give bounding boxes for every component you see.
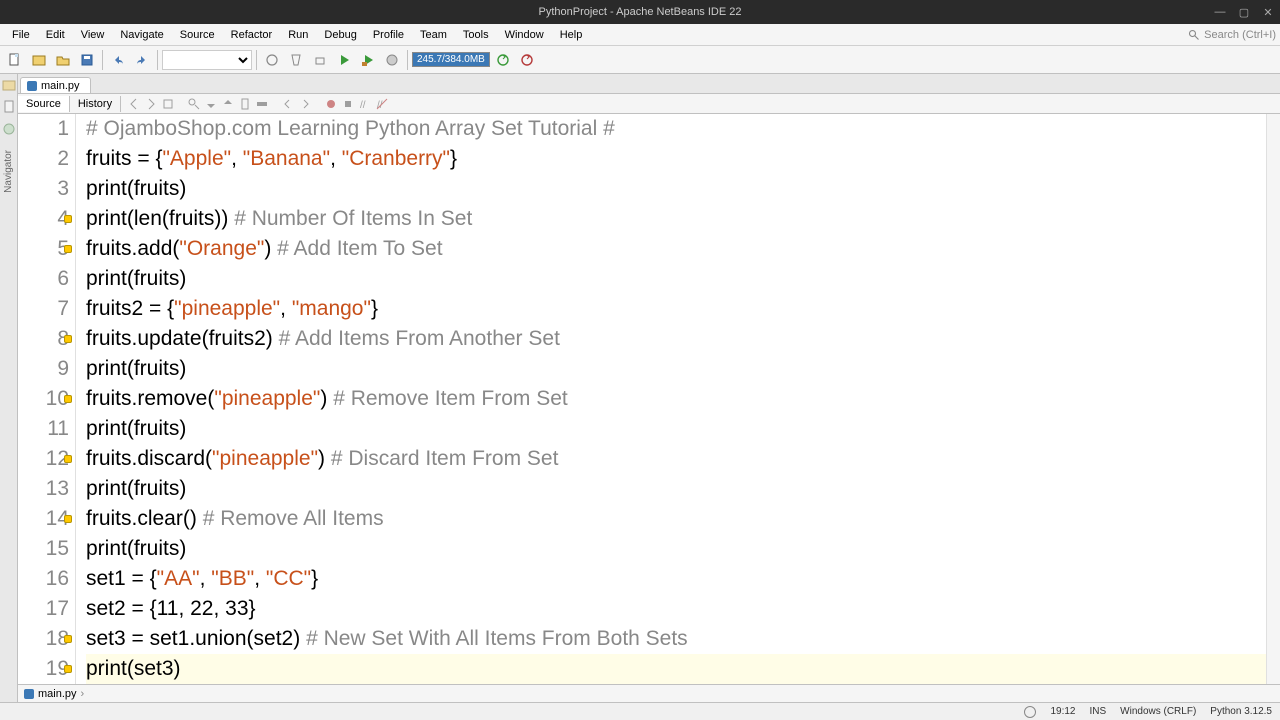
start-macro-icon[interactable] [324,97,338,111]
menu-source[interactable]: Source [172,27,223,43]
new-project-button[interactable] [28,49,50,71]
shift-left-icon[interactable] [281,97,295,111]
overview-ruler[interactable] [1266,114,1280,684]
minimize-icon[interactable]: — [1212,6,1228,19]
nav-fwd-icon[interactable] [144,97,158,111]
debug-button[interactable] [357,49,379,71]
toggle-bookmark-icon[interactable] [238,97,252,111]
redo-button[interactable] [131,49,153,71]
last-edit-icon[interactable] [161,97,175,111]
svg-text://: // [360,100,366,111]
search-placeholder: Search (Ctrl+I) [1204,29,1276,41]
comment-icon[interactable]: // [358,97,372,111]
side-dock: Navigator [0,74,18,702]
files-icon[interactable] [2,100,16,114]
profile-button[interactable] [381,49,403,71]
chevron-right-icon: › [81,688,85,700]
uncomment-icon[interactable]: // [375,97,389,111]
build-button[interactable] [261,49,283,71]
gc-button-1[interactable] [492,49,514,71]
file-tab-label: main.py [41,80,80,92]
menu-window[interactable]: Window [497,27,552,43]
close-icon[interactable]: ✕ [1260,6,1276,19]
quick-search[interactable]: Search (Ctrl+I) [1188,29,1276,41]
history-tab[interactable]: History [70,96,121,112]
run-config-select[interactable] [162,50,252,70]
run-button[interactable] [333,49,355,71]
menu-tools[interactable]: Tools [455,27,497,43]
menu-refactor[interactable]: Refactor [223,27,281,43]
search-icon [1188,29,1200,41]
window-title: PythonProject - Apache NetBeans IDE 22 [538,6,741,18]
build-project-button[interactable] [309,49,331,71]
editor-sub-toolbar: Source History [18,94,1280,114]
breadcrumb-file[interactable]: main.py [38,688,77,700]
open-button[interactable] [52,49,74,71]
shift-right-icon[interactable] [298,97,312,111]
save-all-button[interactable] [76,49,98,71]
window-titlebar: PythonProject - Apache NetBeans IDE 22 —… [0,0,1280,24]
python-file-icon [27,81,37,91]
python-version[interactable]: Python 3.12.5 [1210,706,1272,717]
statusbar: 19:12 INS Windows (CRLF) Python 3.12.5 [0,702,1280,720]
prev-bookmark-icon[interactable] [204,97,218,111]
services-icon[interactable] [2,122,16,136]
new-file-button[interactable] [4,49,26,71]
find-icon[interactable] [187,97,201,111]
menu-help[interactable]: Help [552,27,591,43]
nav-back-icon[interactable] [127,97,141,111]
main-toolbar: 245.7/384.0MB [0,46,1280,74]
menu-profile[interactable]: Profile [365,27,412,43]
next-bookmark-icon[interactable] [221,97,235,111]
menu-view[interactable]: View [73,27,113,43]
editor-tabs: main.py [18,74,1280,94]
clean-build-button[interactable] [285,49,307,71]
code-editor[interactable]: 12345678910111213141516171819 # OjamboSh… [18,114,1280,684]
menu-file[interactable]: File [4,27,38,43]
line-ending[interactable]: Windows (CRLF) [1120,706,1196,717]
insert-mode[interactable]: INS [1089,706,1106,717]
line-gutter: 12345678910111213141516171819 [18,114,76,684]
gc-button-2[interactable] [516,49,538,71]
memory-indicator[interactable]: 245.7/384.0MB [412,52,490,67]
menu-debug[interactable]: Debug [316,27,364,43]
navigator-tab[interactable]: Navigator [3,144,14,199]
menu-team[interactable]: Team [412,27,455,43]
menu-navigate[interactable]: Navigate [112,27,171,43]
python-file-icon [24,689,34,699]
projects-icon[interactable] [2,78,16,92]
menubar: FileEditViewNavigateSourceRefactorRunDeb… [0,24,1280,46]
toggle-highlight-icon[interactable] [255,97,269,111]
code-lines[interactable]: # OjamboShop.com Learning Python Array S… [76,114,1266,684]
file-tab-main[interactable]: main.py [20,77,91,93]
stop-macro-icon[interactable] [341,97,355,111]
menu-edit[interactable]: Edit [38,27,73,43]
breadcrumb: main.py › [18,684,1280,702]
source-tab[interactable]: Source [18,96,70,112]
maximize-icon[interactable]: ▢ [1236,6,1252,19]
cursor-position[interactable]: 19:12 [1050,706,1075,717]
menu-run[interactable]: Run [280,27,316,43]
notifications-icon[interactable] [1024,706,1036,718]
undo-button[interactable] [107,49,129,71]
